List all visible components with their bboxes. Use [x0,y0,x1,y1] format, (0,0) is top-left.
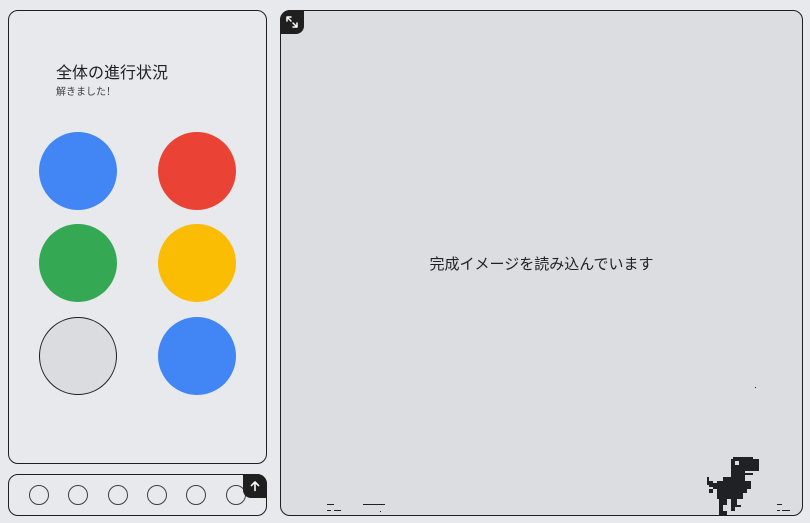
puzzle-dot-5[interactable] [186,485,206,505]
ground-mark [363,504,385,505]
progress-circle-1 [39,132,117,210]
progress-circle-6 [158,317,236,395]
progress-title: 全体の進行状況 [56,63,169,82]
puzzle-nav-strip [8,474,267,516]
progress-status: 解きました！ [56,87,116,98]
ground-mark [777,504,782,505]
puzzle-dot-1[interactable] [29,485,49,505]
main-panel: 完成イメージを読み込んでいます [280,10,803,516]
progress-circle-5 [39,317,117,395]
ground-mark [782,510,790,511]
ground-mark [334,510,341,511]
progress-panel: 全体の進行状況 解きました！ [8,10,267,464]
scroll-up-button[interactable] [243,474,267,498]
loading-message: 完成イメージを読み込んでいます [429,255,654,273]
puzzle-dot-2[interactable] [68,485,88,505]
arrow-up-icon [250,481,260,492]
dino-icon [707,457,759,515]
ground-mark [380,511,381,512]
ground-mark [327,510,331,511]
progress-circle-3 [39,224,117,302]
ground-mark [327,504,334,505]
expand-button[interactable] [280,10,304,34]
ground-mark [777,510,780,511]
progress-circle-2 [158,132,236,210]
puzzle-dot-4[interactable] [147,485,167,505]
expand-icon [286,16,298,28]
puzzle-dot-3[interactable] [108,485,128,505]
game-speck [755,387,756,388]
progress-circle-4 [158,224,236,302]
